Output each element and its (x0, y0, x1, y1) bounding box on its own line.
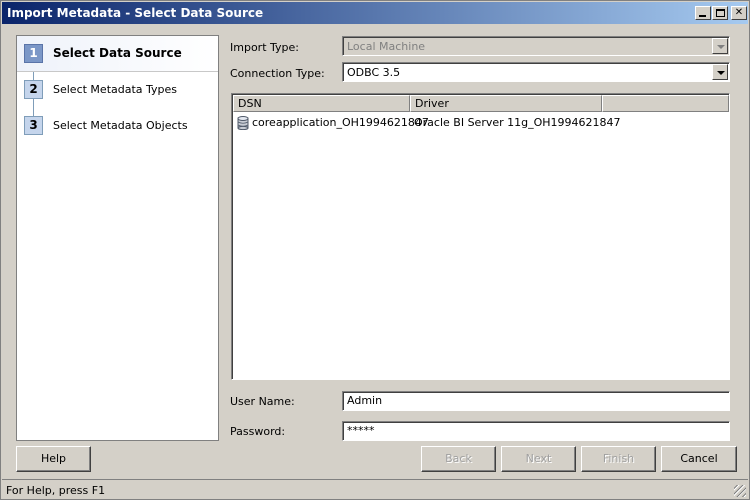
close-icon: ✕ (734, 7, 744, 18)
wizard-step-select-metadata-objects[interactable]: 3 Select Metadata Objects (17, 108, 218, 144)
column-header-filler (602, 95, 729, 112)
resize-grip-icon[interactable] (734, 485, 746, 497)
back-button[interactable]: Back (421, 446, 496, 472)
user-name-input[interactable]: Admin (342, 391, 730, 411)
status-text: For Help, press F1 (6, 484, 106, 497)
table-row[interactable]: coreapplication_OH1994621847 Oracle BI S… (234, 113, 729, 133)
column-header-driver[interactable]: Driver (410, 95, 602, 112)
minimize-button[interactable] (695, 6, 711, 20)
close-button[interactable]: ✕ (731, 6, 747, 20)
cancel-button[interactable]: Cancel (661, 446, 737, 472)
database-icon (237, 116, 249, 130)
wizard-steps-panel: 1 Select Data Source 2 Select Metadata T… (16, 35, 219, 441)
column-header-dsn[interactable]: DSN (233, 95, 410, 112)
cell-dsn: coreapplication_OH1994621847 (252, 116, 429, 129)
wizard-step-select-metadata-types[interactable]: 2 Select Metadata Types (17, 72, 218, 108)
import-type-select: Local Machine (342, 36, 730, 56)
password-input[interactable]: ***** (342, 421, 730, 441)
import-type-label: Import Type: (230, 41, 299, 54)
title-bar[interactable]: Import Metadata - Select Data Source ✕ (2, 2, 748, 24)
window-title: Import Metadata - Select Data Source (7, 6, 264, 20)
next-button[interactable]: Next (501, 446, 576, 472)
cell-driver: Oracle BI Server 11g_OH1994621847 (414, 116, 621, 129)
user-name-label: User Name: (230, 395, 295, 408)
step-label: Select Metadata Objects (53, 119, 188, 132)
help-button[interactable]: Help (16, 446, 91, 472)
maximize-button[interactable] (712, 6, 728, 20)
import-metadata-window: Import Metadata - Select Data Source ✕ 1… (0, 0, 750, 500)
dsn-table[interactable]: DSN Driver coreapplication_OH1994621847 … (231, 93, 730, 380)
import-type-value: Local Machine (347, 40, 426, 53)
step-number: 2 (24, 80, 43, 99)
password-label: Password: (230, 425, 286, 438)
minimize-icon (699, 15, 706, 17)
connection-type-label: Connection Type: (230, 67, 325, 80)
step-number: 1 (24, 44, 43, 63)
status-bar: For Help, press F1 (2, 479, 748, 499)
step-label: Select Data Source (53, 46, 182, 60)
wizard-step-select-data-source[interactable]: 1 Select Data Source (17, 36, 218, 72)
chevron-down-icon (712, 38, 728, 54)
step-label: Select Metadata Types (53, 83, 178, 96)
finish-button[interactable]: Finish (581, 446, 656, 472)
step-number: 3 (24, 116, 43, 135)
connection-type-select[interactable]: ODBC 3.5 (342, 62, 730, 82)
chevron-down-icon[interactable] (712, 64, 728, 80)
maximize-icon (716, 9, 725, 17)
connection-type-value: ODBC 3.5 (347, 66, 401, 79)
